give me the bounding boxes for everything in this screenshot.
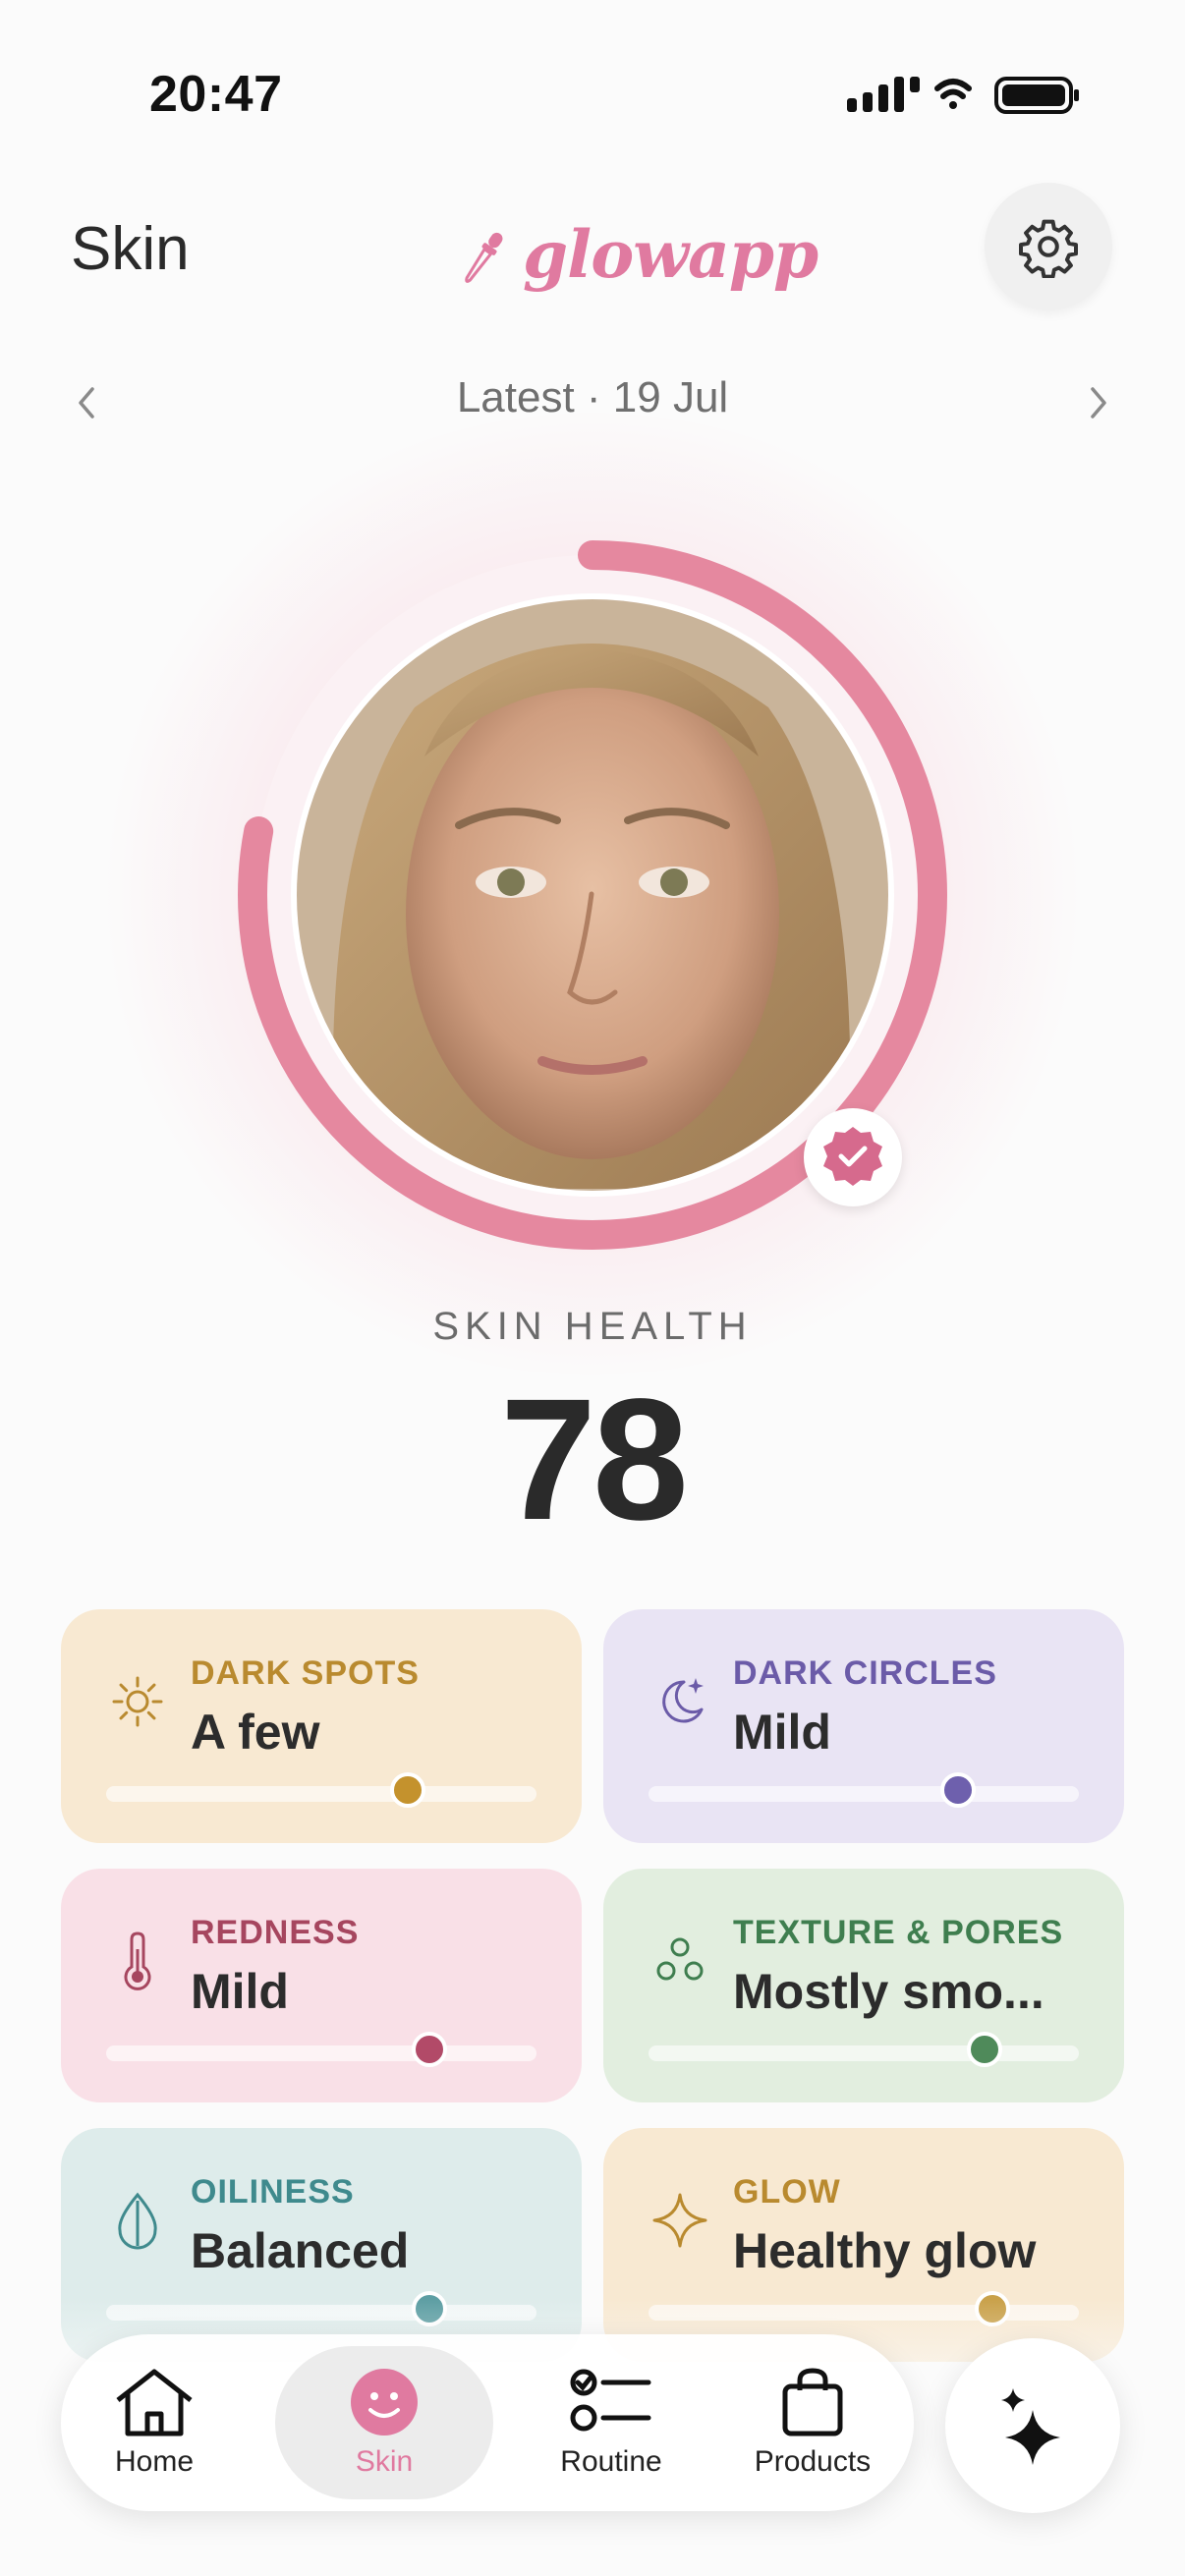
bubbles-icon [656,1937,704,1981]
tab-home[interactable]: Home [81,2346,228,2499]
brand-logo: glowapp [452,214,818,303]
tab-skin[interactable]: Skin [275,2346,493,2499]
settings-button[interactable] [985,183,1112,310]
page-title: Skin [71,215,190,283]
brand-name: glowapp [523,216,818,293]
cellular-signal-icon [847,77,920,112]
face-photo[interactable] [291,593,894,1197]
tab-routine-label: Routine [560,2445,662,2478]
sun-icon [112,1676,163,1727]
metric-card-dark-circles[interactable]: DARK CIRCLES Mild [603,1609,1124,1843]
metric-level-knob [966,2032,1002,2067]
metric-value: Mostly smo... [733,1964,1044,2019]
gear-icon [1019,219,1078,278]
sparkle-icon [1001,2388,1060,2465]
metric-label: REDNESS [191,1914,360,1951]
chevron-left-icon [79,387,94,419]
metric-label: TEXTURE & PORES [733,1914,1064,1951]
metric-card-redness[interactable]: REDNESS Mild [61,1869,582,2102]
drop-icon [118,2192,157,2250]
status-time: 20:47 [149,66,283,123]
previous-date-button[interactable] [57,373,116,432]
metric-label: DARK CIRCLES [733,1654,997,1692]
sparkle-icon [652,2193,707,2248]
tab-home-label: Home [114,2445,195,2478]
verified-badge [804,1108,902,1206]
metric-value: Mild [733,1705,831,1760]
smiley-icon [351,2369,418,2436]
wifi-icon [934,79,972,109]
ai-assistant-button[interactable] [945,2338,1120,2513]
tab-products[interactable]: Products [719,2346,906,2499]
tab-bar: Home Skin Routine Products [61,2334,914,2511]
metric-card-dark-spots[interactable]: DARK SPOTS A few [61,1609,582,1843]
shopping-bag-icon [782,2368,843,2436]
moon-stars-icon [662,1678,704,1723]
metric-label: DARK SPOTS [191,1654,420,1692]
metric-level-knob [940,1772,977,1808]
dropper-icon [465,232,503,283]
verified-check-icon [823,1127,882,1186]
checklist-icon [570,2369,651,2432]
metric-value: Mild [191,1964,289,2019]
metric-level-track [106,1772,536,1808]
metric-level-knob [411,2032,447,2067]
metric-label: OILINESS [191,2173,355,2211]
metric-value: A few [191,1705,320,1760]
metric-level-knob [389,1772,425,1808]
score-value: 78 [500,1364,689,1556]
home-icon [116,2369,193,2436]
metric-level-track [106,2032,536,2067]
metric-label: GLOW [733,2173,841,2211]
score-label: SKIN HEALTH [432,1305,753,1348]
status-icons [847,77,1079,114]
metric-value: Balanced [191,2223,410,2278]
battery-icon [994,77,1079,114]
thermometer-icon [124,1932,151,1990]
tab-routine[interactable]: Routine [513,2346,709,2499]
metric-level-track [649,1772,1079,1808]
face-illustration [297,599,888,1191]
metric-value: Healthy glow [733,2223,1037,2278]
chevron-right-icon [1091,387,1106,419]
next-date-button[interactable] [1069,373,1128,432]
metric-level-track [649,2032,1079,2067]
metric-card-texture-pores[interactable]: TEXTURE & PORES Mostly smo... [603,1869,1124,2102]
tab-skin-label: Skin [355,2445,414,2478]
tab-products-label: Products [754,2445,872,2478]
